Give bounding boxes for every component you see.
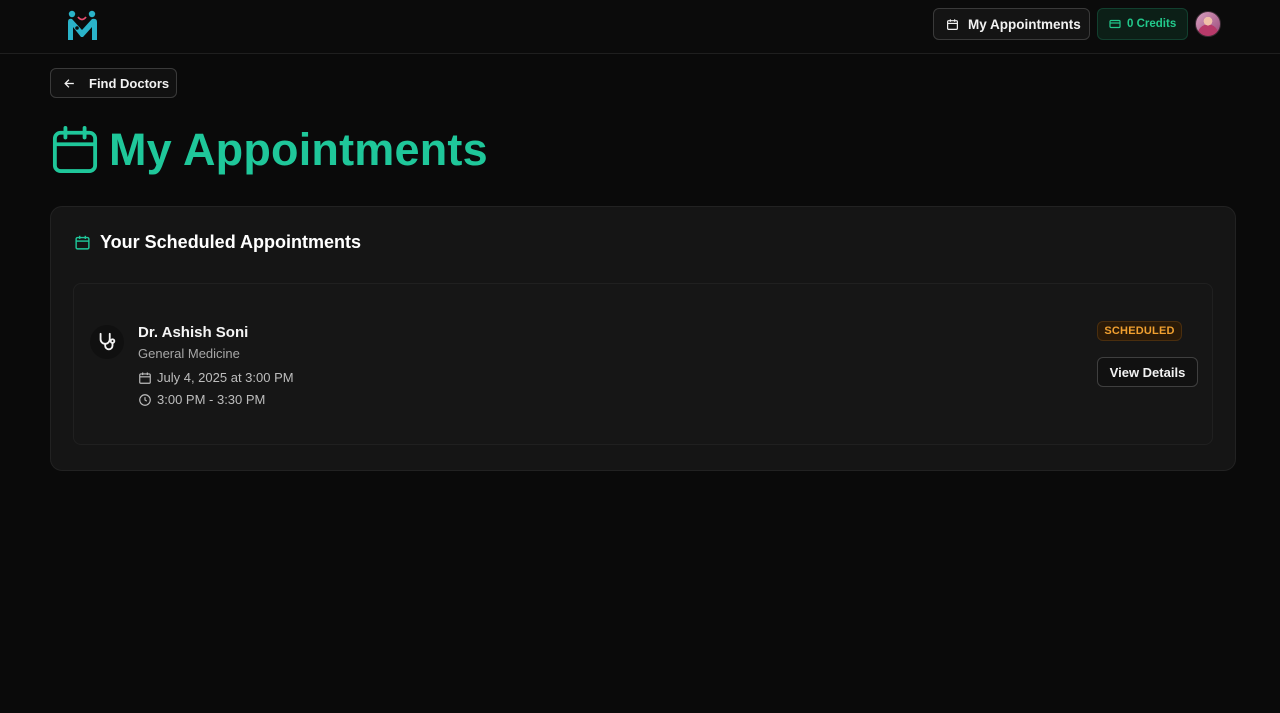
arrow-left-icon [64, 78, 74, 88]
calendar-icon [947, 18, 958, 30]
doctor-avatar [90, 325, 124, 359]
appointments-card: Your Scheduled Appointments Dr. Ashish S… [50, 206, 1236, 471]
medical-m-logo-icon [68, 10, 97, 40]
page-header: My Appointments [52, 124, 488, 176]
credits-badge[interactable]: 0 Credits [1097, 8, 1188, 40]
calendar-icon [75, 235, 90, 250]
appointment-date-row: July 4, 2025 at 3:00 PM [138, 370, 294, 385]
back-button-label: Find Doctors [89, 75, 170, 91]
clock-icon [139, 393, 151, 406]
appointment-time-range: 3:00 PM - 3:30 PM [157, 392, 266, 407]
view-details-button[interactable]: View Details [1097, 357, 1198, 387]
stethoscope-icon [99, 332, 116, 351]
calendar-icon [139, 371, 151, 384]
doctor-specialty: General Medicine [138, 346, 240, 361]
find-doctors-back-button[interactable]: Find Doctors [50, 68, 177, 98]
card-header: Your Scheduled Appointments [74, 232, 361, 253]
calendar-icon [52, 126, 98, 173]
appointment-item: Dr. Ashish Soni General Medicine July 4,… [73, 283, 1213, 445]
credits-label: 0 Credits [1127, 18, 1177, 30]
logo[interactable] [64, 6, 102, 44]
user-avatar[interactable] [1195, 11, 1221, 37]
appointment-time-row: 3:00 PM - 3:30 PM [138, 392, 265, 407]
appointment-date: July 4, 2025 at 3:00 PM [157, 370, 294, 385]
page-title: My Appointments [109, 124, 488, 175]
doctor-name: Dr. Ashish Soni [138, 324, 249, 341]
my-appointments-nav-label: My Appointments [968, 16, 1081, 32]
my-appointments-nav-button[interactable]: My Appointments [933, 8, 1090, 40]
top-navbar: My Appointments 0 Credits [0, 0, 1280, 54]
card-title: Your Scheduled Appointments [100, 232, 362, 252]
status-badge: SCHEDULED [1097, 321, 1182, 341]
credit-card-icon [1109, 19, 1121, 29]
